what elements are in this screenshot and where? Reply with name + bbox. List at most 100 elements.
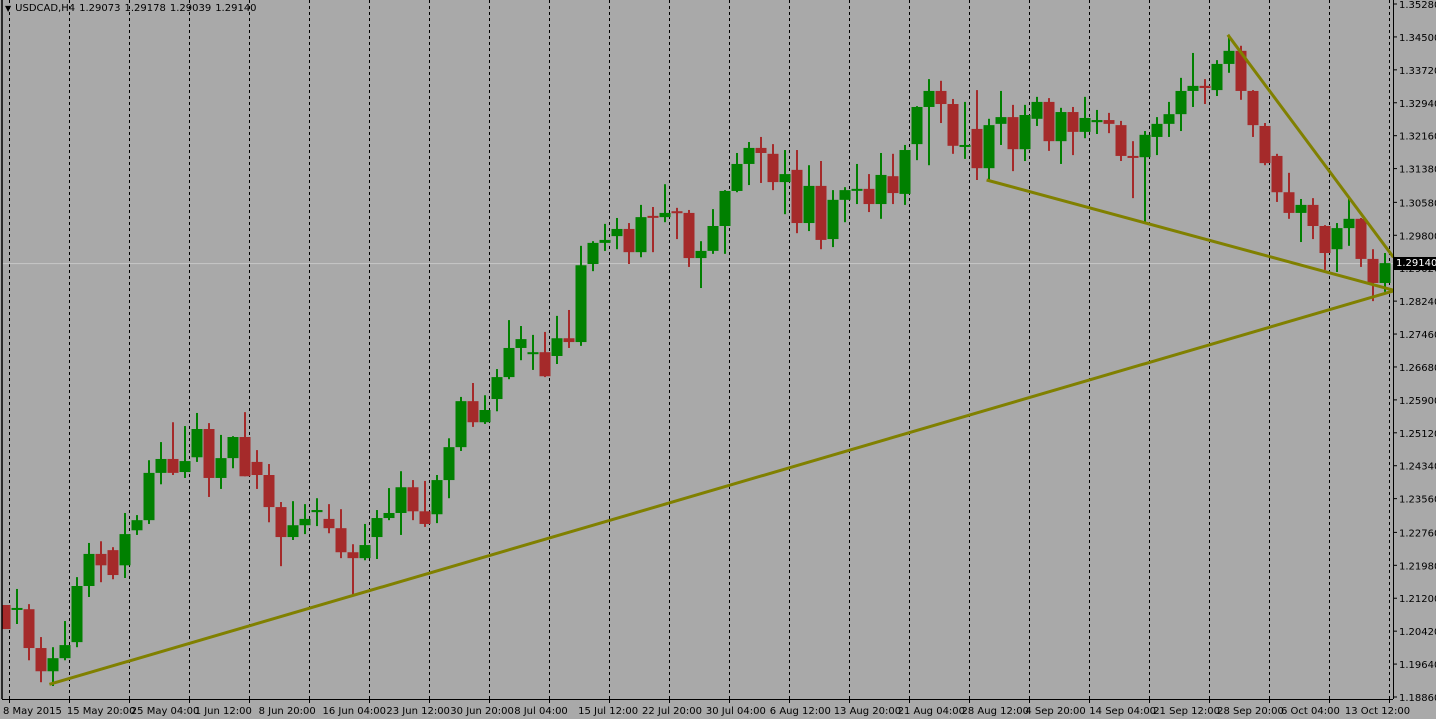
bull-candle-body[interactable] bbox=[731, 163, 743, 191]
bull-candle-body[interactable] bbox=[659, 212, 671, 218]
bull-candle-body[interactable] bbox=[227, 437, 239, 459]
bull-candle-body[interactable] bbox=[11, 607, 23, 610]
bear-candle-body[interactable] bbox=[791, 169, 803, 224]
bull-candle-body[interactable] bbox=[371, 518, 383, 538]
bull-candle-body[interactable] bbox=[1055, 112, 1067, 142]
bull-candle-body[interactable] bbox=[1211, 63, 1223, 91]
bull-candle-body[interactable] bbox=[611, 228, 623, 237]
bull-candle-body[interactable] bbox=[299, 518, 311, 526]
bear-candle-body[interactable] bbox=[863, 188, 875, 205]
bull-candle-body[interactable] bbox=[839, 190, 851, 200]
bull-candle-body[interactable] bbox=[1343, 218, 1355, 229]
bull-candle-body[interactable] bbox=[899, 150, 911, 194]
bear-candle-body[interactable] bbox=[683, 212, 695, 259]
bear-candle-body[interactable] bbox=[1259, 125, 1271, 164]
bull-candle-body[interactable] bbox=[707, 225, 719, 251]
bull-candle-body[interactable] bbox=[59, 645, 71, 659]
bear-candle-body[interactable] bbox=[971, 128, 983, 169]
bear-candle-body[interactable] bbox=[347, 552, 359, 559]
bear-candle-body[interactable] bbox=[767, 153, 779, 183]
bear-candle-body[interactable] bbox=[1007, 117, 1019, 150]
bear-candle-body[interactable] bbox=[647, 215, 659, 218]
bull-candle-body[interactable] bbox=[359, 545, 371, 559]
bull-candle-body[interactable] bbox=[1091, 120, 1103, 123]
bull-candle-body[interactable] bbox=[443, 447, 455, 481]
bull-candle-body[interactable] bbox=[635, 217, 647, 253]
bull-candle-body[interactable] bbox=[179, 461, 191, 473]
bull-candle-body[interactable] bbox=[1019, 114, 1031, 150]
bull-candle-body[interactable] bbox=[1139, 134, 1151, 158]
bear-candle-body[interactable] bbox=[755, 147, 767, 153]
bear-candle-body[interactable] bbox=[335, 528, 347, 553]
bull-candle-body[interactable] bbox=[1079, 117, 1091, 132]
bull-candle-body[interactable] bbox=[719, 190, 731, 226]
bull-candle-body[interactable] bbox=[695, 250, 707, 259]
bull-candle-body[interactable] bbox=[587, 242, 599, 264]
bull-candle-body[interactable] bbox=[527, 352, 539, 355]
bull-candle-body[interactable] bbox=[287, 525, 299, 538]
bear-candle-body[interactable] bbox=[1115, 125, 1127, 156]
bear-candle-body[interactable] bbox=[107, 550, 119, 576]
bull-candle-body[interactable] bbox=[131, 520, 143, 531]
bull-candle-body[interactable] bbox=[431, 480, 443, 515]
triangle-down-icon[interactable]: ▼ bbox=[5, 4, 11, 13]
bull-candle-body[interactable] bbox=[1331, 228, 1343, 250]
bull-candle-body[interactable] bbox=[191, 429, 203, 458]
bear-candle-body[interactable] bbox=[1367, 258, 1379, 283]
bull-candle-body[interactable] bbox=[515, 339, 527, 348]
bear-candle-body[interactable] bbox=[1067, 112, 1079, 132]
bull-candle-body[interactable] bbox=[1163, 114, 1175, 124]
bull-candle-body[interactable] bbox=[959, 144, 971, 147]
bull-candle-body[interactable] bbox=[311, 510, 323, 513]
bull-candle-body[interactable] bbox=[983, 125, 995, 169]
bull-candle-body[interactable] bbox=[383, 512, 395, 519]
bear-candle-body[interactable] bbox=[407, 487, 419, 512]
support-trendline[interactable] bbox=[48, 289, 1394, 686]
bear-candle-body[interactable] bbox=[251, 461, 263, 476]
bull-candle-body[interactable] bbox=[491, 377, 503, 400]
bear-candle-body[interactable] bbox=[1355, 218, 1367, 259]
bull-candle-body[interactable] bbox=[827, 199, 839, 240]
bull-candle-body[interactable] bbox=[71, 586, 83, 643]
bull-candle-body[interactable] bbox=[143, 472, 155, 521]
bull-candle-body[interactable] bbox=[599, 239, 611, 243]
bear-candle-body[interactable] bbox=[671, 211, 683, 214]
bear-candle-body[interactable] bbox=[1127, 155, 1139, 158]
bull-candle-body[interactable] bbox=[455, 401, 467, 448]
bear-candle-body[interactable] bbox=[815, 185, 827, 240]
bull-candle-body[interactable] bbox=[1379, 263, 1391, 283]
bear-candle-body[interactable] bbox=[263, 475, 275, 508]
bull-candle-body[interactable] bbox=[779, 174, 791, 183]
bear-candle-body[interactable] bbox=[539, 352, 551, 377]
bull-candle-body[interactable] bbox=[1295, 204, 1307, 213]
bull-candle-body[interactable] bbox=[1031, 101, 1043, 119]
bull-candle-body[interactable] bbox=[1187, 85, 1199, 91]
bear-candle-body[interactable] bbox=[935, 90, 947, 105]
bull-candle-body[interactable] bbox=[1223, 50, 1235, 64]
bull-candle-body[interactable] bbox=[479, 410, 491, 423]
bull-candle-body[interactable] bbox=[215, 458, 227, 478]
bear-candle-body[interactable] bbox=[1307, 204, 1319, 226]
bull-candle-body[interactable] bbox=[395, 487, 407, 513]
bull-candle-body[interactable] bbox=[995, 117, 1007, 124]
bull-candle-body[interactable] bbox=[551, 338, 563, 356]
bear-candle-body[interactable] bbox=[35, 648, 47, 672]
bull-candle-body[interactable] bbox=[1151, 123, 1163, 137]
bear-candle-body[interactable] bbox=[1199, 85, 1211, 88]
bear-candle-body[interactable] bbox=[239, 437, 251, 477]
candlestick-chart[interactable]: 1.35280 1.34500 1.33720 1.32940 1.32160 1.313… bbox=[0, 0, 1436, 719]
bear-candle-body[interactable] bbox=[623, 228, 635, 253]
bull-candle-body[interactable] bbox=[47, 658, 59, 672]
bear-candle-body[interactable] bbox=[419, 511, 431, 524]
bear-candle-body[interactable] bbox=[1247, 90, 1259, 126]
bear-candle-body[interactable] bbox=[947, 104, 959, 146]
bear-candle-body[interactable] bbox=[467, 401, 479, 423]
bull-candle-body[interactable] bbox=[923, 90, 935, 107]
bull-candle-body[interactable] bbox=[743, 147, 755, 164]
bull-candle-body[interactable] bbox=[1175, 90, 1187, 115]
bear-candle-body[interactable] bbox=[275, 507, 287, 538]
bull-candle-body[interactable] bbox=[803, 185, 815, 224]
bear-candle-body[interactable] bbox=[203, 429, 215, 478]
bear-candle-body[interactable] bbox=[167, 458, 179, 473]
bear-candle-body[interactable] bbox=[563, 338, 575, 343]
